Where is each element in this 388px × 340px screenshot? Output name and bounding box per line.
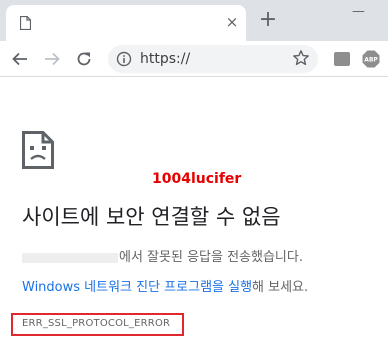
error-code: ERR_SSL_PROTOCOL_ERROR [22, 318, 171, 329]
network-diagnostics-link[interactable]: Windows 네트워크 진단 프로그램을 실행 [22, 280, 252, 295]
error-description: 에서 잘못된 응답을 전송했습니다. [22, 246, 303, 265]
browser-window: × + — https:// ABP 1004lucifer 사이트에 보안 연… [0, 0, 388, 340]
extension-icon[interactable] [334, 52, 350, 66]
reload-icon[interactable] [74, 49, 94, 69]
document-icon [20, 16, 31, 30]
active-tab[interactable]: × [6, 5, 246, 41]
window-minimize-button[interactable]: — [352, 4, 365, 19]
back-arrow-icon[interactable] [10, 49, 30, 69]
tab-close-icon[interactable]: × [224, 14, 240, 30]
info-icon[interactable] [116, 51, 132, 67]
forward-arrow-icon[interactable] [42, 49, 62, 69]
error-heading: 사이트에 보안 연결할 수 없음 [22, 205, 281, 229]
star-icon[interactable] [292, 49, 310, 67]
new-tab-button[interactable]: + [258, 9, 278, 31]
sad-page-icon [22, 131, 54, 169]
svg-text:ABP: ABP [364, 57, 378, 64]
watermark-text: 1004lucifer [152, 171, 242, 187]
suggestion-suffix: 해 보세요. [252, 280, 309, 295]
tab-strip: × + — [0, 0, 388, 41]
blurred-domain [22, 252, 118, 263]
adblock-icon[interactable]: ABP [362, 50, 380, 68]
error-description-text: 에서 잘못된 응답을 전송했습니다. [119, 250, 303, 265]
address-bar[interactable]: https:// [108, 45, 318, 73]
error-code-highlight: ERR_SSL_PROTOCOL_ERROR [11, 313, 184, 336]
suggestion: Windows 네트워크 진단 프로그램을 실행해 보세요. [22, 276, 308, 295]
toolbar: https:// ABP [0, 41, 388, 77]
url-text[interactable]: https:// [140, 51, 190, 67]
